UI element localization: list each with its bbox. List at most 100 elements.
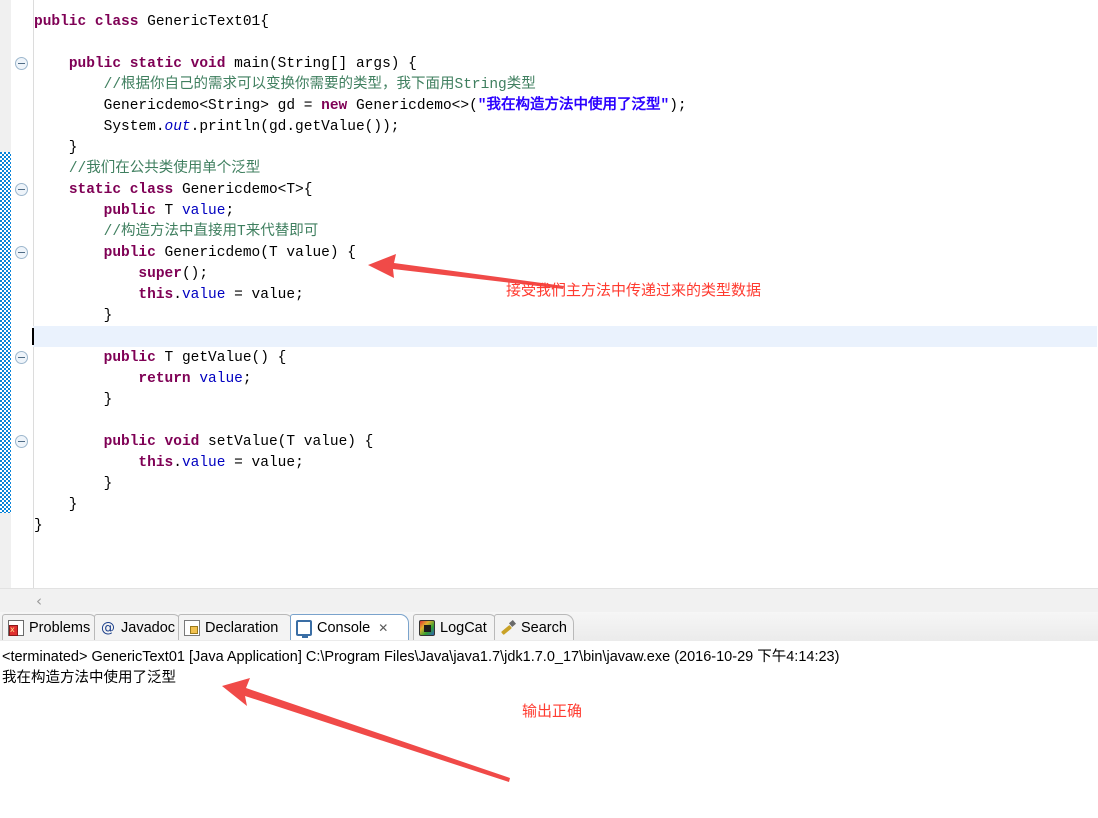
text-caret	[32, 328, 34, 345]
tab-label: LogCat	[440, 619, 487, 636]
code-line: //构造方法中直接用T来代替即可	[34, 222, 319, 243]
fold-collapse-icon[interactable]	[15, 351, 28, 364]
javadoc-icon: @	[101, 619, 115, 636]
close-icon[interactable]: ✕	[378, 621, 388, 635]
code-token: }	[34, 476, 113, 492]
code-token: ;	[242, 371, 252, 387]
code-token: public class	[34, 14, 148, 30]
console-view[interactable]: <terminated> GenericText01 [Java Applica…	[0, 641, 1098, 818]
code-token: }	[34, 140, 78, 156]
code-token: .	[173, 455, 182, 471]
code-token: );	[669, 98, 687, 114]
code-token: //根据你自己的需求可以变换你需要的类型，我下面用String类型	[103, 77, 536, 93]
tab-logcat[interactable]: LogCat	[413, 614, 498, 640]
logcat-icon	[419, 619, 435, 636]
code-token: .	[173, 287, 182, 303]
code-line: public void setValue(T value) {	[34, 432, 374, 453]
code-token: value	[181, 287, 226, 303]
code-token: value	[181, 455, 226, 471]
code-line: return value;	[34, 369, 252, 390]
tab-javadoc[interactable]: @ Javadoc	[94, 614, 182, 640]
declaration-icon	[184, 619, 200, 636]
code-text-area[interactable]: 接受我们主方法中传递过来的类型数据 public class GenericTe…	[32, 0, 1098, 588]
changed-lines-indicator	[0, 152, 11, 513]
code-token: value	[181, 203, 226, 219]
tab-label: Problems	[29, 619, 91, 636]
scroll-left-icon[interactable]: ‹	[30, 592, 48, 610]
code-line: this.value = value;	[34, 285, 304, 306]
annotation-label-console: 输出正确	[522, 702, 583, 720]
tab-declaration[interactable]: Declaration	[178, 614, 294, 640]
code-token: new	[321, 98, 356, 114]
code-token: //构造方法中直接用T来代替即可	[103, 224, 319, 240]
code-token: }	[34, 392, 113, 408]
code-token: setValue(T value) {	[208, 434, 374, 450]
fold-collapse-icon[interactable]	[15, 435, 28, 448]
tab-search[interactable]: Search	[494, 614, 574, 640]
code-token: out	[164, 119, 191, 135]
tab-label: Javadoc	[121, 619, 176, 636]
current-line-highlight	[33, 326, 1097, 347]
tab-console[interactable]: Console ✕	[290, 614, 409, 640]
tab-problems[interactable]: Problems	[2, 614, 98, 640]
tab-label: Declaration	[205, 619, 279, 636]
code-line: public T getValue() {	[34, 348, 287, 369]
code-token: public static void	[68, 56, 235, 72]
code-token: .println(gd.getValue());	[190, 119, 400, 135]
console-output-text: 我在构造方法中使用了泛型	[2, 670, 176, 686]
code-token: Genericdemo<>(	[355, 98, 478, 114]
code-line: System.out.println(gd.getValue());	[34, 117, 400, 138]
fold-collapse-icon[interactable]	[15, 246, 28, 259]
code-token: super	[138, 266, 182, 282]
code-token: ;	[225, 203, 235, 219]
editor-horizontal-scrollbar[interactable]: ‹	[0, 588, 1098, 613]
code-line: public Genericdemo(T value) {	[34, 243, 356, 264]
code-line: public T value;	[34, 201, 235, 222]
fold-collapse-icon[interactable]	[15, 57, 28, 70]
code-line: Genericdemo<String> gd = new Genericdemo…	[34, 96, 687, 117]
code-editor[interactable]: 接受我们主方法中传递过来的类型数据 public class GenericTe…	[0, 0, 1098, 588]
code-token: T getValue() {	[164, 350, 287, 366]
code-token: = value;	[225, 287, 304, 303]
tab-label: Console	[317, 619, 371, 636]
code-token: System.	[34, 119, 165, 135]
code-line: }	[34, 390, 113, 411]
code-line: }	[34, 516, 43, 537]
code-token: public	[103, 245, 165, 261]
code-token: Genericdemo<String> gd =	[34, 98, 322, 114]
code-line: }	[34, 138, 78, 159]
code-line: public static void main(String[] args) {	[34, 54, 417, 75]
code-line: super();	[34, 264, 208, 285]
fold-collapse-icon[interactable]	[15, 183, 28, 196]
search-icon	[500, 620, 516, 636]
code-token: main(String[] args) {	[234, 56, 417, 72]
console-icon	[296, 619, 312, 638]
code-token: public	[103, 203, 165, 219]
code-token: static class	[68, 182, 182, 198]
code-token: this	[138, 455, 174, 471]
code-token: }	[34, 308, 113, 324]
code-token: public	[103, 350, 165, 366]
view-tab-bar: Problems @ Javadoc Declaration Console ✕ LogCa…	[0, 612, 1098, 642]
code-token: this	[138, 287, 174, 303]
code-token: Genericdemo(T value) {	[164, 245, 356, 261]
code-token: public void	[103, 434, 209, 450]
code-token: //我们在公共类使用单个泛型	[68, 161, 261, 177]
folding-gutter[interactable]	[11, 0, 34, 588]
code-token: "我在构造方法中使用了泛型"	[477, 98, 670, 114]
change-ruler	[0, 0, 11, 588]
annotation-label-constructor: 接受我们主方法中传递过来的类型数据	[506, 281, 762, 299]
problems-icon	[8, 619, 24, 636]
